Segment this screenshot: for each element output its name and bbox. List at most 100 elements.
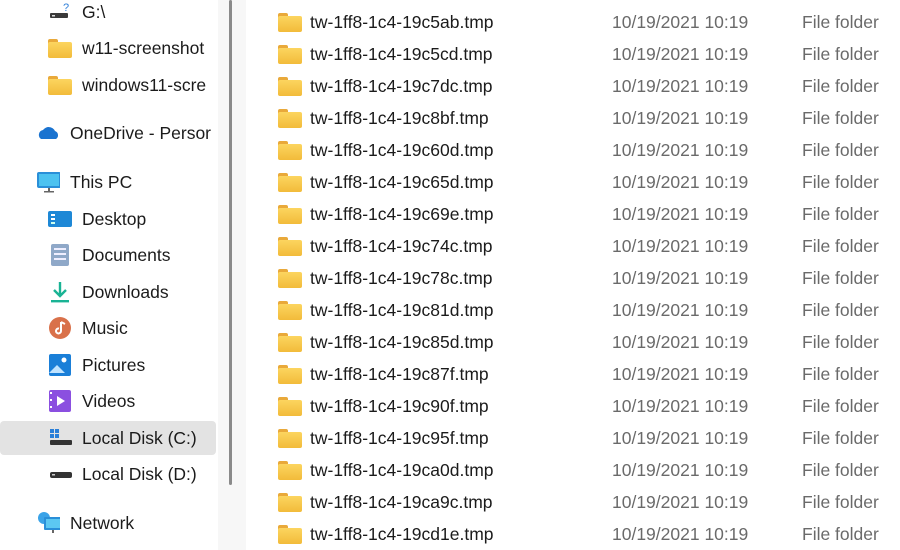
file-row[interactable]: tw-1ff8-1c4-19ca0d.tmp 10/19/2021 10:19 Fi… [248, 454, 900, 486]
desktop-icon [48, 208, 72, 230]
file-row[interactable]: tw-1ff8-1c4-19c87f.tmp 10/19/2021 10:19 Fi… [248, 358, 900, 390]
file-name: tw-1ff8-1c4-19c69e.tmp [310, 203, 494, 224]
sidebar-item-label: windows11-scre [82, 74, 207, 95]
file-row[interactable]: tw-1ff8-1c4-19c74c.tmp 10/19/2021 10:19 Fi… [248, 230, 900, 262]
file-name: tw-1ff8-1c4-19ca0d.tmp [310, 459, 494, 480]
file-name: tw-1ff8-1c4-19c5ab.tmp [310, 11, 494, 32]
file-date-modified: 10/19/2021 10:19 [612, 363, 749, 384]
file-name: tw-1ff8-1c4-19c95f.tmp [310, 427, 489, 448]
folder-icon [278, 523, 302, 545]
sidebar-item-label: Videos [82, 390, 136, 411]
file-date-modified: 10/19/2021 10:19 [612, 139, 749, 160]
sidebar-item[interactable]: windows11-scre [0, 68, 218, 102]
file-name: tw-1ff8-1c4-19cd1e.tmp [310, 523, 494, 544]
file-name: tw-1ff8-1c4-19c87f.tmp [310, 363, 489, 384]
file-type: File folder [802, 491, 879, 512]
file-name: tw-1ff8-1c4-19c78c.tmp [310, 267, 493, 288]
network-icon [36, 512, 60, 534]
sidebar-item-label: w11-screenshot [82, 37, 205, 58]
sidebar-item[interactable]: OneDrive - Persor [0, 116, 218, 150]
sidebar-item[interactable]: Documents [0, 238, 218, 272]
folder-icon [278, 11, 302, 33]
file-row[interactable]: tw-1ff8-1c4-19c95f.tmp 10/19/2021 10:19 Fi… [248, 422, 900, 454]
folder-icon [278, 43, 302, 65]
file-date-modified: 10/19/2021 10:19 [612, 235, 749, 256]
file-row[interactable]: tw-1ff8-1c4-19c85d.tmp 10/19/2021 10:19 Fi… [248, 326, 900, 358]
onedrive-cloud-icon [36, 122, 60, 144]
file-name: tw-1ff8-1c4-19c81d.tmp [310, 299, 494, 320]
sidebar-item[interactable]: Network [0, 506, 218, 540]
sidebar-item-label: This PC [70, 171, 133, 192]
file-type: File folder [802, 363, 879, 384]
sidebar-item[interactable]: Downloads [0, 275, 218, 309]
sidebar-item-label: Pictures [82, 354, 146, 375]
folder-icon [278, 235, 302, 257]
sidebar-item[interactable]: This PC [0, 165, 218, 199]
sidebar-item[interactable]: Desktop [0, 202, 218, 236]
file-row[interactable]: tw-1ff8-1c4-19c8bf.tmp 10/19/2021 10:19 Fi… [248, 102, 900, 134]
sidebar-item[interactable]: Local Disk (C:) [0, 421, 216, 455]
file-row[interactable]: tw-1ff8-1c4-19c78c.tmp 10/19/2021 10:19 Fi… [248, 262, 900, 294]
file-name: tw-1ff8-1c4-19c74c.tmp [310, 235, 493, 256]
sidebar-item-label: Desktop [82, 208, 147, 229]
file-name: tw-1ff8-1c4-19c60d.tmp [310, 139, 494, 160]
file-date-modified: 10/19/2021 10:19 [612, 11, 749, 32]
system-drive-icon [48, 427, 72, 449]
sidebar-item[interactable]: Videos [0, 384, 218, 418]
file-type: File folder [802, 459, 879, 480]
sidebar-item[interactable]: Local Disk (D:) [0, 457, 218, 491]
navigation-pane: ? G:\ w11-screenshot windows11-scre OneDrive… [0, 0, 218, 550]
file-name: tw-1ff8-1c4-19c5cd.tmp [310, 43, 493, 64]
sidebar-item[interactable]: ? G:\ [0, 0, 218, 29]
folder-icon [278, 459, 302, 481]
file-type: File folder [802, 107, 879, 128]
file-date-modified: 10/19/2021 10:19 [612, 299, 749, 320]
sidebar-item[interactable]: Music [0, 311, 218, 345]
file-row[interactable]: tw-1ff8-1c4-19c69e.tmp 10/19/2021 10:19 Fi… [248, 198, 900, 230]
file-date-modified: 10/19/2021 10:19 [612, 491, 749, 512]
file-row[interactable]: tw-1ff8-1c4-19cd1e.tmp 10/19/2021 10:19 Fi… [248, 518, 900, 550]
file-list: tw-1ff8-1c4-19c5ab.tmp 10/19/2021 10:19 Fi… [248, 0, 900, 550]
monitor-icon [36, 171, 60, 193]
file-type: File folder [802, 299, 879, 320]
file-name: tw-1ff8-1c4-19c90f.tmp [310, 395, 489, 416]
file-date-modified: 10/19/2021 10:19 [612, 331, 749, 352]
file-row[interactable]: tw-1ff8-1c4-19c7dc.tmp 10/19/2021 10:19 Fi… [248, 70, 900, 102]
file-type: File folder [802, 523, 879, 544]
folder-icon [278, 75, 302, 97]
folder-icon [278, 107, 302, 129]
file-row[interactable]: tw-1ff8-1c4-19c5ab.tmp 10/19/2021 10:19 Fi… [248, 6, 900, 38]
sidebar-item-label: Network [70, 512, 135, 533]
navigation-pane-gutter [218, 0, 246, 550]
pictures-icon [48, 354, 72, 376]
file-date-modified: 10/19/2021 10:19 [612, 203, 749, 224]
file-row[interactable]: tw-1ff8-1c4-19c90f.tmp 10/19/2021 10:19 Fi… [248, 390, 900, 422]
music-icon [48, 317, 72, 339]
file-row[interactable]: tw-1ff8-1c4-19c5cd.tmp 10/19/2021 10:19 Fi… [248, 38, 900, 70]
file-date-modified: 10/19/2021 10:19 [612, 171, 749, 192]
network-drive-icon: ? [48, 1, 72, 23]
sidebar-item-label: Local Disk (C:) [82, 427, 197, 448]
videos-icon [48, 390, 72, 412]
file-type: File folder [802, 75, 879, 96]
folder-icon [278, 203, 302, 225]
file-row[interactable]: tw-1ff8-1c4-19c81d.tmp 10/19/2021 10:19 Fi… [248, 294, 900, 326]
sidebar-item-label: Downloads [82, 281, 169, 302]
svg-text:?: ? [63, 2, 69, 14]
sidebar-item[interactable]: w11-screenshot [0, 31, 218, 65]
file-date-modified: 10/19/2021 10:19 [612, 107, 749, 128]
file-type: File folder [802, 427, 879, 448]
drive-icon [48, 463, 72, 485]
file-type: File folder [802, 203, 879, 224]
file-date-modified: 10/19/2021 10:19 [612, 523, 749, 544]
sidebar-item-label: Documents [82, 244, 171, 265]
sidebar-item[interactable]: Pictures [0, 348, 218, 382]
file-date-modified: 10/19/2021 10:19 [612, 75, 749, 96]
file-row[interactable]: tw-1ff8-1c4-19c60d.tmp 10/19/2021 10:19 Fi… [248, 134, 900, 166]
documents-icon [48, 244, 72, 266]
navigation-scrollbar[interactable] [229, 0, 232, 485]
file-row[interactable]: tw-1ff8-1c4-19ca9c.tmp 10/19/2021 10:19 Fi… [248, 486, 900, 518]
file-date-modified: 10/19/2021 10:19 [612, 427, 749, 448]
folder-icon [48, 37, 72, 59]
file-row[interactable]: tw-1ff8-1c4-19c65d.tmp 10/19/2021 10:19 Fi… [248, 166, 900, 198]
